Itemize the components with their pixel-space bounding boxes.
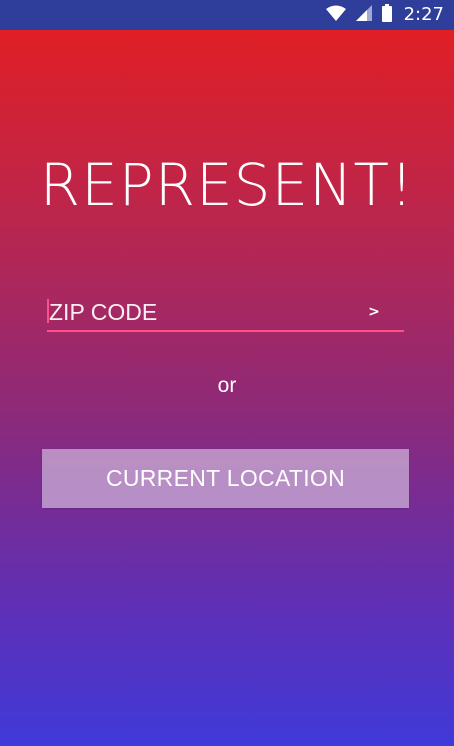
or-divider-text: or [217, 374, 237, 397]
status-icons: 2:27 [325, 0, 444, 30]
zip-code-input[interactable] [47, 294, 359, 330]
current-location-button[interactable]: CURRENT LOCATION [42, 449, 409, 508]
status-time: 2:27 [403, 4, 444, 25]
wifi-icon [325, 5, 346, 25]
cell-signal-icon [355, 5, 372, 25]
zip-submit-button[interactable]: > [362, 294, 386, 330]
status-bar: 2:27 [0, 0, 454, 30]
main-content: REPRESENT! > or CURRENT LOCATION [0, 30, 454, 746]
battery-icon [381, 4, 392, 26]
app-screen: 2:27 REPRESENT! > or CURRENT LOCATION [0, 0, 454, 746]
app-title: REPRESENT! [39, 151, 415, 219]
zip-code-field[interactable]: > [47, 294, 404, 332]
